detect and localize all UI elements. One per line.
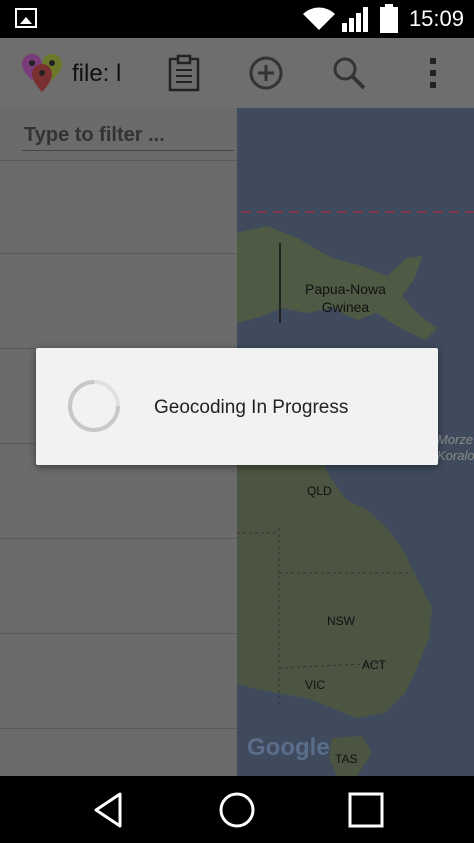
search-icon[interactable]: [330, 54, 368, 92]
loading-spinner-icon: [68, 380, 120, 432]
add-icon[interactable]: [247, 54, 285, 92]
signal-icon: [342, 7, 368, 32]
dialog-message: Geocoding In Progress: [154, 397, 349, 418]
navigation-bar: [0, 776, 474, 843]
map-label-papua: Papua-Nowa Gwinea: [305, 281, 386, 315]
filter-input[interactable]: [22, 120, 234, 151]
app-title[interactable]: file: l: [72, 60, 121, 88]
list-divider: [0, 728, 237, 729]
list-divider: [0, 538, 237, 539]
clipboard-icon[interactable]: [165, 54, 203, 92]
battery-icon: [380, 4, 398, 33]
status-time: 15:09: [408, 6, 464, 31]
map-label-tas: TAS: [335, 752, 358, 766]
overflow-menu-icon[interactable]: [414, 54, 452, 92]
map-label-vic: VIC: [305, 678, 326, 692]
map-label-qld: QLD: [307, 484, 332, 498]
map-label-nsw: NSW: [327, 614, 355, 628]
back-icon[interactable]: [88, 790, 128, 830]
wifi-icon: [303, 7, 335, 30]
image-notification-icon: [15, 8, 37, 28]
google-logo: Google: [247, 734, 330, 761]
recents-icon[interactable]: [346, 790, 386, 830]
map-label-act: ACT: [362, 658, 386, 672]
status-bar: 15:09: [0, 0, 474, 38]
list-divider: [0, 160, 237, 161]
list-divider: [0, 633, 237, 634]
app-logo-icon: [22, 54, 62, 92]
home-icon[interactable]: [217, 790, 257, 830]
progress-dialog: Geocoding In Progress: [36, 348, 438, 465]
list-divider: [0, 253, 237, 254]
app-bar: file: l: [0, 38, 474, 108]
map-label-morze: Morze Koralow: [437, 432, 474, 463]
